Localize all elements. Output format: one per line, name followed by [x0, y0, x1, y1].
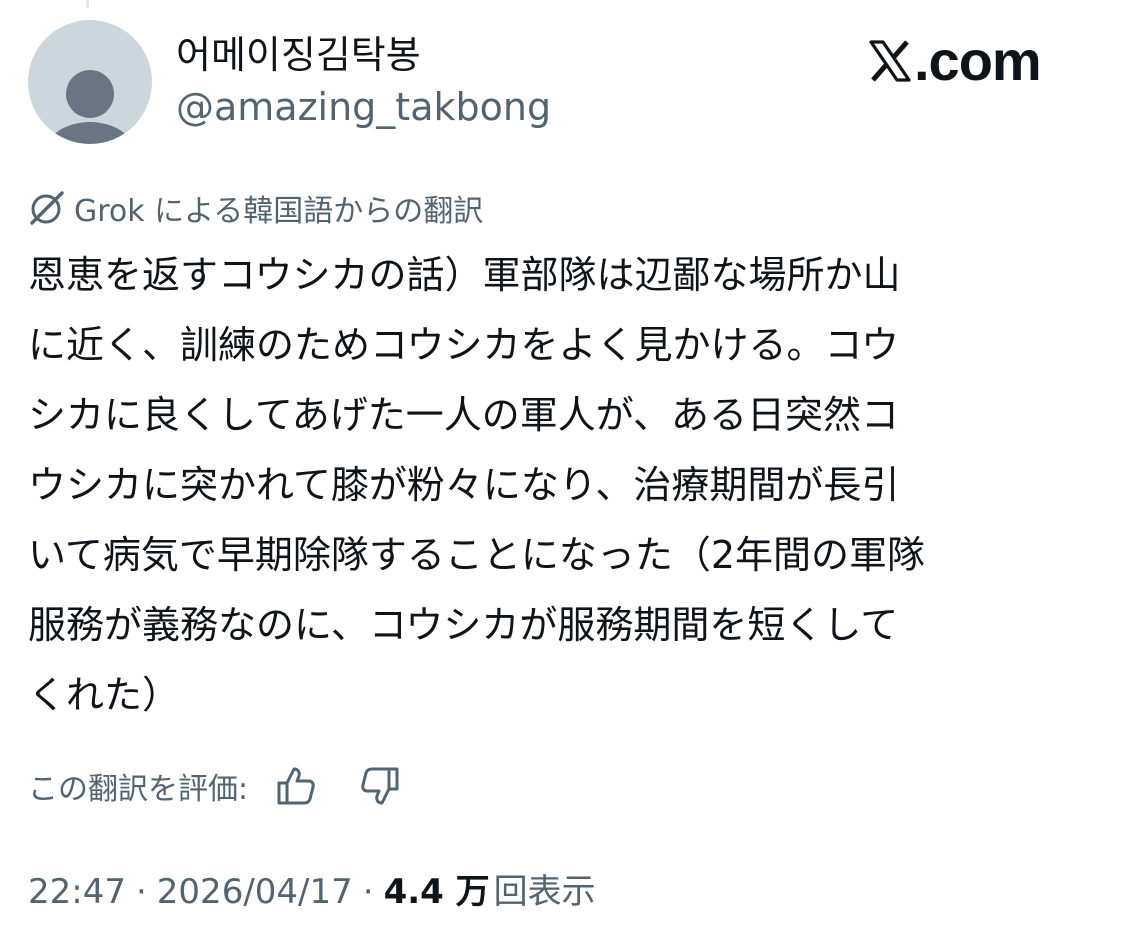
post-text-line: いて病気で早期除隊することになった（2年間の軍隊 [28, 533, 926, 577]
x-logo-icon [869, 40, 911, 82]
post-date[interactable]: 2026/04/17 [157, 872, 353, 912]
post-text: 恩恵を返すコウシカの話）軍部隊は辺鄙な場所か山 に近く、訓練のためコウシカをよく… [28, 240, 1098, 730]
author-handle[interactable]: @amazing_takbong [176, 88, 551, 126]
post-text-line: くれた） [28, 673, 181, 717]
post-time[interactable]: 22:47 [28, 872, 126, 912]
rate-translation-label: この翻訳を評価: [28, 772, 249, 807]
x-com-logo: .com [868, 29, 1042, 92]
post-text-line: ウシカに突かれて膝が粉々になり、治療期間が長引 [28, 463, 900, 507]
grok-icon [30, 191, 64, 225]
thumbs-up-button[interactable] [272, 764, 320, 808]
thumbs-down-icon [361, 767, 399, 805]
post-text-line: シカに良くしてあげた一人の軍人が、ある日突然コ [28, 393, 899, 437]
views-count: 4.4 万 [383, 872, 490, 912]
translation-label: Grok による韓国語からの翻訳 [74, 194, 484, 229]
default-avatar-icon [47, 70, 133, 144]
meta-separator: · [362, 872, 374, 912]
thumbs-down-button[interactable] [356, 764, 404, 808]
author-display-name[interactable]: 어메이징김탁봉 [176, 36, 421, 74]
logo-text: .com [914, 29, 1042, 92]
thread-connector-line [86, 0, 89, 8]
thumbs-up-icon [277, 767, 315, 805]
meta-separator: · [135, 872, 147, 912]
post-text-line: に近く、訓練のためコウシカをよく見かける。コウ [28, 323, 899, 367]
post-text-line: 服務が義務なのに、コウシカが服務期間を短くして [28, 603, 899, 647]
views-label: 回表示 [493, 872, 596, 912]
avatar[interactable] [28, 20, 152, 144]
post-meta: 22:47 · 2026/04/17 · 4.4 万 回表示 [28, 864, 596, 913]
rate-translation: この翻訳を評価: [28, 764, 404, 808]
translation-notice: Grok による韓国語からの翻訳 [28, 186, 483, 230]
post-text-line: 恩恵を返すコウシカの話）軍部隊は辺鄙な場所か山 [28, 253, 901, 297]
